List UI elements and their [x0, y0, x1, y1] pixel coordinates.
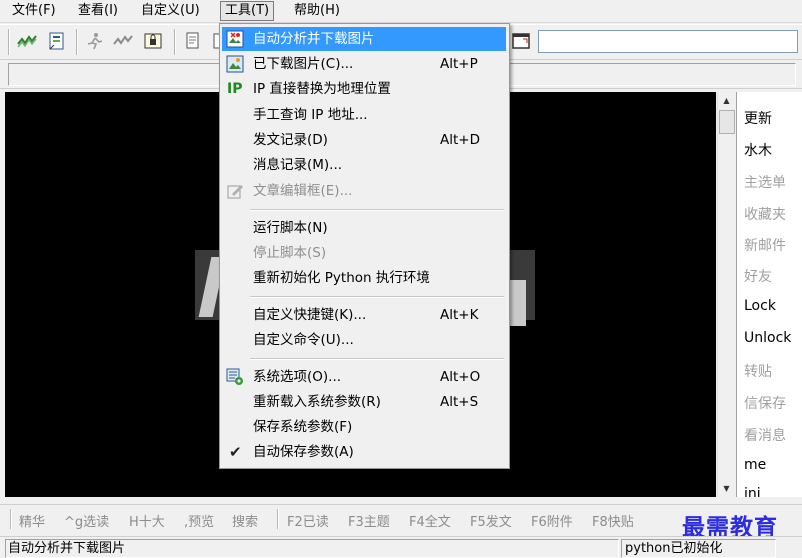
- side-item-save-mail[interactable]: 信保存: [744, 393, 786, 413]
- menu-item-label: 保存系统参数(F): [253, 419, 353, 435]
- side-item-repost[interactable]: 转贴: [744, 361, 772, 381]
- menu-item-save-system-params[interactable]: 保存系统参数(F): [222, 415, 506, 439]
- func-select-read[interactable]: ^g选读: [64, 511, 109, 530]
- menu-item-post-history[interactable]: 发文记录(D) Alt+D: [222, 128, 506, 152]
- picture-icon: [226, 55, 244, 73]
- book-icon[interactable]: [46, 30, 68, 52]
- menu-item-label: 文章编辑框(E)...: [253, 183, 353, 199]
- menu-item-label: 消息记录(M)...: [253, 157, 343, 173]
- side-panel: 更新 水木 主选单 收藏夹 新邮件 好友 Lock Unlock 转贴 信保存 …: [736, 92, 802, 497]
- connect-icon[interactable]: [16, 30, 38, 52]
- side-item-shuimu[interactable]: 水木: [744, 140, 772, 160]
- menu-item-ip-to-location[interactable]: IP IP 直接替换为地理位置: [222, 77, 506, 101]
- side-item-update[interactable]: 更新: [744, 108, 772, 128]
- menu-item-label: 手工查询 IP 地址...: [253, 107, 368, 123]
- side-item-unlock[interactable]: Unlock: [744, 330, 791, 346]
- menu-item-auto-save-params[interactable]: ✔ 自动保存参数(A): [222, 440, 506, 464]
- menu-customize[interactable]: 自定义(U): [137, 2, 204, 20]
- ip-icon: IP: [227, 81, 243, 97]
- lock-icon[interactable]: [142, 30, 164, 52]
- edit-icon: [226, 182, 244, 200]
- func-f5-post[interactable]: F5发文: [470, 511, 512, 530]
- tools-menu-dropdown: 自动分析并下载图片 已下载图片(C)... Alt+P IP IP 直接替换为地…: [219, 23, 510, 469]
- run-icon[interactable]: [84, 30, 106, 52]
- func-f6-attachment[interactable]: F6附件: [531, 511, 573, 530]
- scroll-down-icon[interactable]: ▼: [718, 480, 735, 497]
- toolbar-separator: [76, 29, 78, 55]
- side-item-friends[interactable]: 好友: [744, 266, 772, 286]
- menu-separator: [250, 296, 504, 298]
- scroll-up-icon[interactable]: ▲: [718, 92, 735, 109]
- menu-item-custom-shortcuts[interactable]: 自定义快捷键(K)... Alt+K: [222, 303, 506, 327]
- status-bar: 自动分析并下载图片 python已初始化: [0, 536, 802, 558]
- menu-item-custom-commands[interactable]: 自定义命令(U)...: [222, 328, 506, 352]
- document-icon[interactable]: [182, 30, 204, 52]
- menu-item-label: 已下载图片(C)...: [253, 56, 354, 72]
- menu-item-shortcut: Alt+P: [440, 56, 478, 72]
- check-icon: ✔: [229, 443, 242, 461]
- status-python: python已初始化: [621, 539, 776, 558]
- menu-item-reload-system-params[interactable]: 重新载入系统参数(R) Alt+S: [222, 390, 506, 414]
- menu-bar: 文件(F) 查看(I) 自定义(U) 工具(T) 帮助(H): [0, 0, 802, 23]
- menu-item-message-history[interactable]: 消息记录(M)...: [222, 153, 506, 177]
- menu-item-label: 系统选项(O)...: [253, 369, 342, 385]
- menu-view[interactable]: 查看(I): [74, 2, 122, 20]
- menu-item-label: 自定义命令(U)...: [253, 332, 354, 348]
- func-top-ten[interactable]: H十大: [129, 511, 165, 530]
- func-f4-fulltext[interactable]: F4全文: [409, 511, 451, 530]
- side-item-favorites[interactable]: 收藏夹: [744, 204, 786, 224]
- address-input[interactable]: [538, 30, 798, 53]
- menu-item-auto-download-images[interactable]: 自动分析并下载图片: [222, 27, 506, 51]
- menu-item-label: 自动保存参数(A): [253, 444, 354, 460]
- menu-item-label: IP 直接替换为地理位置: [253, 81, 391, 97]
- image-download-icon: [226, 30, 244, 48]
- side-item-new-mail[interactable]: 新邮件: [744, 235, 786, 255]
- menu-item-system-options[interactable]: 系统选项(O)... Alt+O: [222, 365, 506, 389]
- menu-item-shortcut: Alt+D: [440, 132, 480, 148]
- scroll-thumb[interactable]: [719, 110, 735, 134]
- menu-item-label: 重新初始化 Python 执行环境: [253, 270, 430, 286]
- menu-help[interactable]: 帮助(H): [290, 2, 344, 20]
- menu-item-label: 重新载入系统参数(R): [253, 394, 381, 410]
- menu-file[interactable]: 文件(F): [8, 2, 60, 20]
- menu-tools[interactable]: 工具(T): [220, 1, 275, 21]
- side-item-me[interactable]: me: [744, 457, 766, 473]
- menu-item-manual-ip-lookup[interactable]: 手工查询 IP 地址...: [222, 103, 506, 127]
- menu-item-article-editor[interactable]: 文章编辑框(E)...: [222, 179, 506, 203]
- toolbar-separator: [174, 29, 176, 55]
- menu-item-reinit-python[interactable]: 重新初始化 Python 执行环境: [222, 266, 506, 290]
- forward-icon[interactable]: [112, 30, 134, 52]
- function-bar-grip: [10, 509, 12, 529]
- menu-item-shortcut: Alt+S: [440, 394, 479, 410]
- window-maximize-icon[interactable]: [510, 30, 532, 52]
- status-message: 自动分析并下载图片: [5, 539, 619, 558]
- side-item-ini[interactable]: ini: [744, 486, 761, 497]
- menu-item-run-script[interactable]: 运行脚本(N): [222, 216, 506, 240]
- side-item-lock[interactable]: Lock: [744, 298, 776, 314]
- toolbar-grip: [8, 29, 10, 55]
- side-item-view-messages[interactable]: 看消息: [744, 425, 786, 445]
- menu-item-downloaded-images[interactable]: 已下载图片(C)... Alt+P: [222, 52, 506, 76]
- menu-item-label: 发文记录(D): [253, 132, 328, 148]
- func-f2-read[interactable]: F2已读: [287, 511, 329, 530]
- menu-item-shortcut: Alt+K: [440, 307, 479, 323]
- menu-item-stop-script[interactable]: 停止脚本(S): [222, 241, 506, 265]
- terminal-scrollbar[interactable]: ▲ ▼: [717, 92, 735, 497]
- func-f8-quickpost[interactable]: F8快贴: [592, 511, 634, 530]
- settings-icon: [226, 368, 244, 386]
- menu-item-label: 停止脚本(S): [253, 245, 327, 261]
- menu-item-shortcut: Alt+O: [440, 369, 481, 385]
- func-search[interactable]: 搜索: [232, 511, 258, 530]
- func-preview[interactable]: ,预览: [184, 511, 214, 530]
- menu-item-label: 运行脚本(N): [253, 220, 328, 236]
- side-item-main-menu[interactable]: 主选单: [744, 172, 786, 192]
- menu-separator: [250, 209, 504, 211]
- menu-separator: [250, 358, 504, 360]
- function-bar-separator: [277, 509, 279, 529]
- menu-item-label: 自定义快捷键(K)...: [253, 307, 367, 323]
- terminal-logo-mark: [510, 280, 526, 326]
- func-digest[interactable]: 精华: [19, 511, 45, 530]
- menu-item-label: 自动分析并下载图片: [253, 31, 375, 47]
- func-f3-topic[interactable]: F3主题: [348, 511, 390, 530]
